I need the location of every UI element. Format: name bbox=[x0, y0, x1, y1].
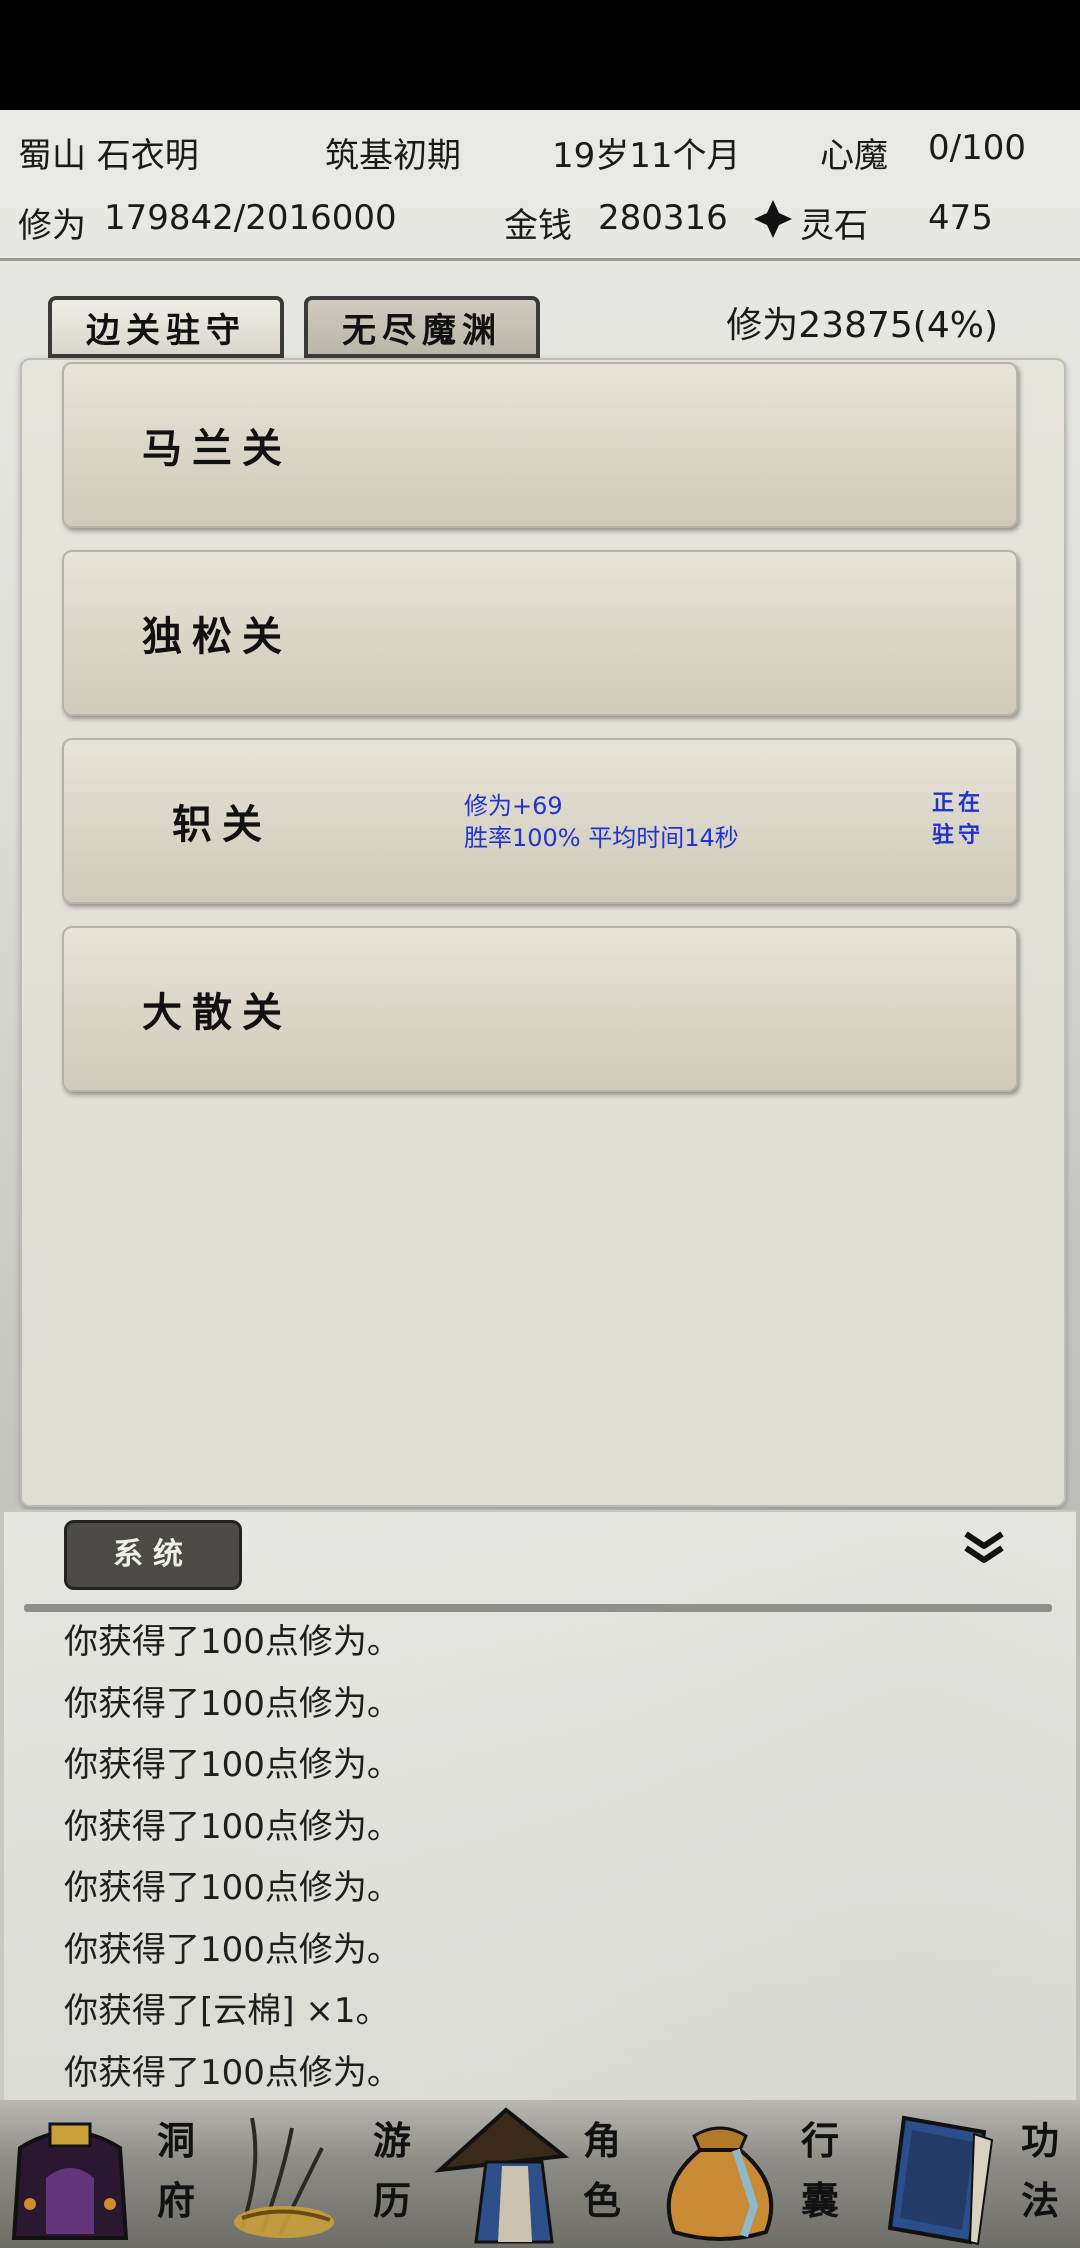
character-status-panel: 蜀山 石衣明 筑基初期 19岁11个月 心魔 0/100 修为 179842/2… bbox=[0, 110, 1080, 260]
nav-label: 囊 bbox=[800, 2178, 839, 2223]
log-lines[interactable]: 你获得了100点修为。 你获得了100点修为。 你获得了100点修为。 你获得了… bbox=[64, 1612, 1024, 2104]
tab-endless-abyss[interactable]: 无尽魔渊 bbox=[304, 296, 540, 358]
demon-label: 心魔 bbox=[820, 136, 888, 176]
nav-label: 洞 bbox=[156, 2118, 195, 2163]
cultivation-rate: 修为23875(4%) bbox=[726, 305, 998, 346]
state-line-1: 正在 bbox=[931, 791, 984, 816]
log-line: 你获得了100点修为。 bbox=[64, 1929, 401, 1970]
character-icon bbox=[434, 2107, 570, 2244]
nav-technique[interactable]: 功 法 bbox=[864, 2100, 1080, 2248]
money-label: 金钱 bbox=[504, 206, 572, 246]
bottom-navigation: 洞 府 游 历 角 色 行 囊 功 法 bbox=[0, 2100, 1080, 2248]
log-line: 你获得了100点修为。 bbox=[64, 2052, 401, 2093]
technique-book-icon bbox=[887, 2115, 994, 2246]
travel-icon bbox=[234, 2117, 334, 2238]
log-line: 你获得了[云棉] ×1。 bbox=[64, 1991, 390, 2031]
garrison-state: 正在 驻守 bbox=[922, 788, 994, 852]
pass-name: 大散关 bbox=[142, 989, 292, 1036]
nav-character[interactable]: 角 色 bbox=[432, 2100, 648, 2248]
spirit-stone-label: 灵石 bbox=[800, 206, 868, 246]
pass-name: 轵关 bbox=[172, 801, 272, 848]
age: 19岁11个月 bbox=[552, 136, 741, 176]
nav-bag[interactable]: 行 囊 bbox=[648, 2100, 864, 2248]
nav-label: 游 bbox=[372, 2118, 411, 2163]
nav-label: 法 bbox=[1020, 2178, 1059, 2223]
tab-system-log[interactable]: 系统 bbox=[64, 1520, 242, 1590]
demon-value: 0/100 bbox=[928, 128, 1026, 168]
reward-cultivation: 修为+69 bbox=[464, 792, 563, 820]
log-line: 你获得了100点修为。 bbox=[64, 1806, 401, 1847]
log-line: 你获得了100点修为。 bbox=[64, 1622, 401, 1662]
status-divider bbox=[0, 258, 1080, 261]
nav-label: 府 bbox=[156, 2178, 195, 2223]
nav-travel[interactable]: 游 历 bbox=[216, 2100, 432, 2248]
system-status-bar bbox=[0, 0, 1080, 110]
pass-card-dasan[interactable]: 大散关 bbox=[62, 926, 1018, 1092]
money-value: 280316 bbox=[598, 198, 728, 238]
pass-name: 独松关 bbox=[142, 613, 292, 660]
pass-card-malan[interactable]: 马兰关 bbox=[62, 362, 1018, 528]
log-divider bbox=[24, 1604, 1052, 1612]
spirit-stone-value: 475 bbox=[928, 198, 993, 238]
reward-stats: 胜率100% 平均时间14秒 bbox=[464, 824, 739, 852]
collapse-chevron-icon[interactable] bbox=[962, 1528, 1006, 1568]
tab-border-garrison[interactable]: 边关驻守 bbox=[48, 296, 284, 358]
sect-and-name: 蜀山 石衣明 bbox=[18, 136, 199, 176]
pass-name: 马兰关 bbox=[142, 425, 292, 472]
cultivation-label: 修为 bbox=[18, 206, 86, 246]
nav-label: 角 bbox=[582, 2118, 621, 2163]
realm: 筑基初期 bbox=[325, 136, 461, 176]
pass-reward: 修为+69 胜率100% 平均时间14秒 bbox=[464, 790, 739, 854]
cave-mansion-icon bbox=[11, 2122, 129, 2240]
bag-icon bbox=[666, 2126, 774, 2241]
log-line: 你获得了100点修为。 bbox=[64, 1745, 401, 1785]
spirit-stone-icon bbox=[754, 200, 792, 238]
pass-card-dusong[interactable]: 独松关 bbox=[62, 550, 1018, 716]
nav-label: 功 bbox=[1020, 2118, 1059, 2163]
cultivation-value: 179842/2016000 bbox=[104, 198, 397, 238]
nav-label: 行 bbox=[800, 2118, 839, 2163]
log-line: 你获得了100点修为。 bbox=[64, 1868, 401, 1908]
state-line-2: 驻守 bbox=[931, 823, 984, 848]
pass-card-zhi[interactable]: 轵关 修为+69 胜率100% 平均时间14秒 正在 驻守 bbox=[62, 738, 1018, 904]
nav-label: 历 bbox=[372, 2178, 411, 2223]
nav-label: 色 bbox=[582, 2178, 621, 2223]
log-line: 你获得了100点修为。 bbox=[64, 1683, 401, 1724]
nav-cave-mansion[interactable]: 洞 府 bbox=[0, 2100, 216, 2248]
